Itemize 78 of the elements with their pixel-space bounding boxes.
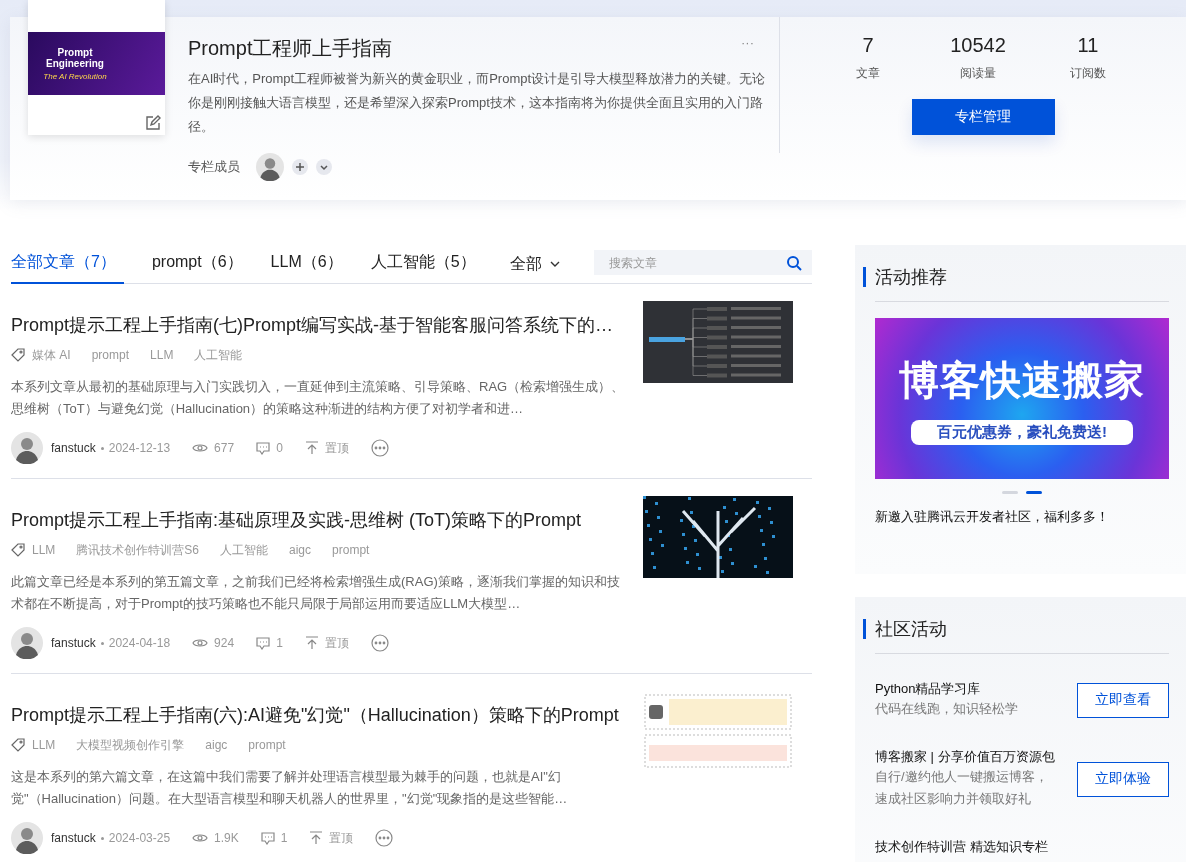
eye-icon	[192, 442, 209, 454]
activity-title[interactable]: 博客搬家 | 分享价值百万资源包	[875, 748, 1055, 766]
category-tab[interactable]: 人工智能（5）	[370, 245, 476, 284]
eye-icon	[192, 832, 209, 844]
author-avatar	[11, 822, 43, 854]
tag-icon	[11, 348, 25, 362]
article-summary: 本系列文章从最初的基础原理与入门实践切入，一直延伸到主流策略、引导策略、RAG（检索增强生成）、思维树（ToT）与避免幻觉（Hallucination）的策略这种渐进的结构方便了对初学者和进…	[11, 378, 626, 418]
stat-label: 阅读量	[960, 65, 996, 82]
banner-headline: 博客快速搬家	[899, 356, 1145, 404]
promo-banner[interactable]: 博客快速搬家 百元优惠券，豪礼免费送!	[875, 318, 1169, 479]
article-thumbnail[interactable]	[643, 301, 793, 383]
author-name[interactable]: fanstuck	[51, 441, 96, 455]
pin-icon	[304, 636, 319, 650]
column-title: Prompt工程师上手指南	[188, 36, 393, 61]
more-icon[interactable]	[370, 439, 389, 457]
banner-subline: 百元优惠券，豪礼免费送!	[911, 419, 1133, 445]
publish-date: 2024-04-18	[108, 636, 171, 650]
stat-value: 10542	[950, 34, 1006, 57]
stat-value: 7	[862, 34, 874, 57]
column-description: 在AI时代，Prompt工程师被誉为新兴的黄金职业，而Prompt设计是引导大模型释放潜力的关键。无论你是刚刚接触大语言模型，还是希望深入探索Prompt技术，这本指南将为你提供全面且实用的入门路径。	[188, 70, 766, 136]
filter-dropdown[interactable]: 全部	[510, 253, 560, 275]
search-field[interactable]: 搜索文章	[594, 250, 812, 275]
activity-title[interactable]: Python精品学习库	[875, 680, 1018, 698]
more-icon[interactable]	[375, 829, 394, 847]
pin-icon	[304, 441, 319, 455]
view-count: 677	[214, 441, 235, 455]
article-title[interactable]: Prompt提示工程上手指南:基础原理及实践-思维树 (ToT)策略下的Prompt	[11, 509, 582, 531]
chevron-down-icon	[550, 260, 560, 268]
stat-label: 订阅数	[1070, 65, 1106, 82]
tag-icon	[11, 738, 25, 752]
member-avatar	[256, 153, 284, 181]
manage-column-button[interactable]: 专栏管理	[911, 99, 1055, 135]
publish-date: 2024-12-13	[108, 441, 171, 455]
activity-description: 自行/邀约他人一键搬运博客，	[875, 768, 1049, 786]
author-name[interactable]: fanstuck	[51, 831, 96, 845]
comment-icon	[256, 441, 271, 455]
activity-button[interactable]: 立即查看	[1077, 682, 1169, 718]
view-count: 924	[214, 636, 235, 650]
expand-button[interactable]	[316, 159, 332, 175]
chevron-down-icon	[319, 162, 329, 172]
comment-count: 1	[276, 636, 283, 650]
members-label: 专栏成员	[188, 158, 240, 176]
category-tab[interactable]: 全部文章（7）	[11, 245, 124, 284]
search-icon[interactable]	[786, 255, 802, 271]
author-name[interactable]: fanstuck	[51, 636, 96, 650]
stat-value: 11	[1077, 34, 1099, 57]
activity-title[interactable]: 技术创作特训营 精选知识专栏	[875, 838, 1048, 856]
activity-description: 代码在线跑，知识轻松学	[875, 700, 1018, 718]
category-tab[interactable]: LLM（6）	[270, 245, 343, 284]
article-summary: 此篇文章已经是本系列的第五篇文章，之前我们已经将检索增强生成(RAG)策略，逐渐我们掌握的知识和技术都在不断提高，对于Prompt的技巧策略也不能只局限于局部运用而要适应LLM大模型…	[11, 573, 621, 613]
more-icon[interactable]	[370, 634, 389, 652]
comment-icon	[256, 636, 271, 650]
view-count: 1.9K	[214, 831, 239, 845]
plus-icon	[295, 162, 305, 172]
author-avatar	[11, 627, 43, 659]
section-heading: 社区活动	[863, 619, 1169, 639]
publish-date: 2024-03-25	[108, 831, 171, 845]
promo-caption[interactable]: 新邀入驻腾讯云开发者社区，福利多多！	[875, 508, 1169, 556]
comment-icon	[260, 831, 275, 845]
tag-icon	[11, 543, 25, 557]
pin-icon	[309, 831, 324, 845]
category-tab[interactable]: prompt（6）	[151, 245, 243, 284]
stat-label: 文章	[856, 65, 880, 82]
author-avatar	[11, 432, 43, 464]
cover-subtitle: The AI Revolution	[42, 71, 108, 81]
eye-icon	[192, 637, 209, 649]
cover-title: Prompt Engineering	[45, 46, 105, 69]
comment-count: 0	[276, 441, 283, 455]
comment-count: 1	[280, 831, 288, 845]
edit-icon[interactable]	[145, 115, 161, 131]
article-title[interactable]: Prompt提示工程上手指南(七)Prompt编写实战-基于智能客服问答系统下的…	[11, 314, 613, 336]
article-title[interactable]: Prompt提示工程上手指南(六):AI避免"幻觉"（Hallucination）策略下的Prompt	[11, 704, 619, 726]
activity-button[interactable]: 立即体验	[1077, 761, 1169, 797]
section-heading: 活动推荐	[863, 267, 1169, 287]
add-member-button[interactable]	[292, 159, 308, 175]
activity-description: 速成社区影响力并领取好礼	[875, 790, 1032, 808]
article-thumbnail[interactable]	[643, 496, 793, 578]
article-summary: 这是本系列的第六篇文章，在这篇中我们需要了解并处理语言模型最为棘手的问题，也就是AI"幻觉"（Hallucination）问题。在大型语言模型和聊天机器人的世界里，"幻觉"现象指的是这些智能…	[11, 768, 569, 808]
